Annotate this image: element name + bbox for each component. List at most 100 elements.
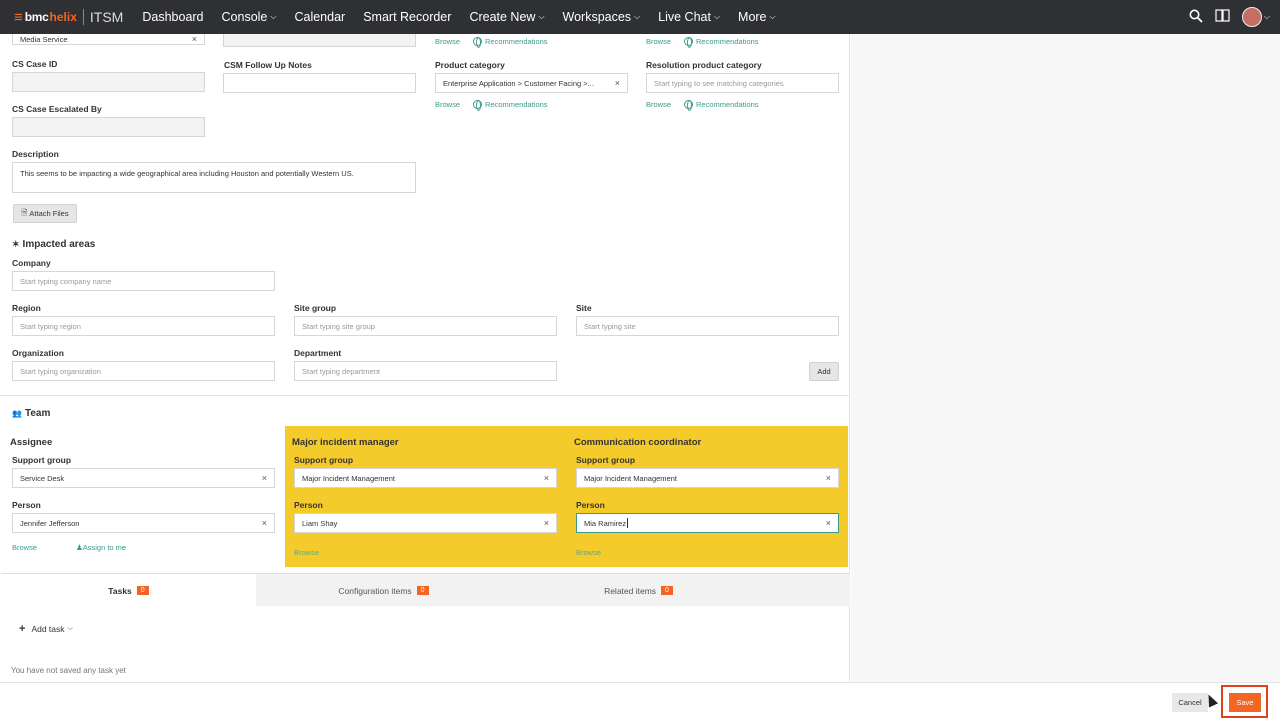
top-icons: ⌵ — [1189, 0, 1270, 34]
clear-icon[interactable]: × — [544, 518, 549, 528]
tab-related-items[interactable]: Related items 0 — [511, 574, 766, 607]
recommendations-link[interactable]: Recommendations — [684, 100, 759, 111]
nav-workspaces-label: Workspaces — [562, 10, 632, 24]
recommendations-label: Recommendations — [696, 37, 759, 46]
site-label: Site — [576, 303, 592, 313]
mim-support-group-label: Support group — [294, 455, 354, 465]
recommendations-label: Recommendations — [696, 100, 759, 109]
nav-create-new[interactable]: Create New ⌵ — [460, 10, 553, 24]
clear-icon[interactable]: × — [615, 78, 620, 88]
nav-more[interactable]: More ⌵ — [729, 10, 785, 24]
cc-support-group-value: Major Incident Management — [584, 473, 677, 483]
nav-workspaces[interactable]: Workspaces ⌵ — [554, 10, 650, 24]
product-category-label: Product category — [435, 60, 505, 70]
globe-icon — [473, 37, 482, 48]
attach-files-button[interactable]: 🗎 Attach Files — [13, 204, 77, 223]
nav-calendar[interactable]: Calendar — [285, 10, 354, 24]
save-label: Save — [1236, 698, 1254, 707]
tab-tasks[interactable]: Tasks 0 — [1, 574, 256, 607]
recommendations-label: Recommendations — [485, 37, 548, 46]
site-group-input[interactable]: Start typing site group — [294, 316, 557, 336]
tab-related-items-label: Related items — [604, 585, 657, 596]
chevron-down-icon: ⌵ — [769, 12, 776, 21]
company-label: Company — [12, 258, 51, 268]
mim-browse-link[interactable]: Browse — [294, 548, 319, 557]
nav-live-chat-label: Live Chat — [658, 10, 711, 24]
browse-link[interactable]: Browse — [435, 100, 460, 109]
recommendations-link[interactable]: Recommendations — [684, 37, 759, 48]
nav-live-chat[interactable]: Live Chat ⌵ — [649, 10, 729, 24]
clear-icon[interactable]: × — [826, 473, 831, 483]
nav-create-new-label: Create New — [469, 10, 536, 24]
tab-configuration-items-count: 0 — [416, 586, 429, 595]
chevron-down-icon[interactable]: ⌵ — [1264, 12, 1270, 22]
department-label: Department — [294, 348, 342, 358]
resolution-category-field[interactable]: Start typing to see matching categories — [646, 73, 839, 93]
csm-notes-field[interactable] — [223, 73, 416, 93]
add-task-button[interactable]: + Add task ⌵ — [19, 623, 73, 635]
mim-support-group-field[interactable]: Major Incident Management × — [294, 468, 557, 488]
plus-icon: + — [19, 623, 26, 635]
browse-link[interactable]: Browse — [435, 37, 460, 46]
tab-configuration-items[interactable]: Configuration items 0 — [256, 574, 511, 607]
book-icon[interactable] — [1215, 9, 1230, 25]
site-group-placeholder: Start typing site group — [302, 321, 375, 331]
clear-icon[interactable]: × — [192, 34, 197, 44]
mim-person-label: Person — [294, 500, 323, 510]
mim-person-field[interactable]: Liam Shay × — [294, 513, 557, 533]
region-label: Region — [12, 303, 41, 313]
chevron-down-icon: ⌵ — [713, 12, 721, 21]
nav-console[interactable]: Console ⌵ — [213, 10, 286, 24]
nav-dashboard[interactable]: Dashboard — [133, 10, 212, 24]
assignee-support-group-value: Service Desk — [20, 473, 65, 483]
cc-support-group-field[interactable]: Major Incident Management × — [576, 468, 839, 488]
add-impacted-area-button[interactable]: Add — [809, 362, 839, 381]
description-label: Description — [12, 149, 59, 159]
browse-link[interactable]: Browse — [646, 100, 671, 109]
recommendations-link[interactable]: Recommendations — [473, 100, 548, 111]
logo-bmc-text: bmc — [24, 10, 49, 24]
cs-escalated-field — [12, 117, 205, 137]
bmc-helix-logo[interactable]: ≡ bmc helix ITSM — [14, 9, 123, 26]
chevron-down-icon: ⌵ — [634, 12, 641, 21]
clear-icon[interactable]: × — [262, 518, 267, 528]
logo-helix-text: helix — [49, 10, 77, 24]
product-category-field[interactable]: Enterprise Application > Customer Facing… — [435, 73, 628, 93]
cc-person-field[interactable]: Mia Ramirez × — [576, 513, 839, 533]
add-label: Add — [817, 367, 831, 376]
department-input[interactable]: Start typing department — [294, 361, 557, 381]
description-textarea[interactable]: This seems to be impacting a wide geogra… — [12, 162, 416, 193]
assignee-support-group-field[interactable]: Service Desk × — [12, 468, 275, 488]
main-nav: Dashboard Console ⌵ Calendar Smart Record… — [133, 10, 784, 24]
assignee-browse-link[interactable]: Browse — [12, 543, 37, 552]
save-button[interactable]: Save — [1229, 693, 1261, 712]
resolution-category-placeholder: Start typing to see matching categories — [654, 78, 784, 88]
browse-link[interactable]: Browse — [646, 37, 671, 46]
chevron-down-icon: ⌵ — [538, 12, 545, 21]
assignee-person-field[interactable]: Jennifer Jefferson × — [12, 513, 275, 533]
cs-escalated-label: CS Case Escalated By — [12, 104, 102, 114]
clear-icon[interactable]: × — [826, 518, 831, 528]
clear-icon[interactable]: × — [544, 473, 549, 483]
organization-input[interactable]: Start typing organization — [12, 361, 275, 381]
text-caret — [627, 518, 629, 528]
major-incident-manager-heading: Major incident manager — [292, 437, 399, 448]
nav-smart-recorder-label: Smart Recorder — [363, 10, 452, 24]
search-icon[interactable] — [1189, 9, 1203, 26]
service-field[interactable]: Media Service × — [12, 34, 205, 45]
assign-to-me-link[interactable]: ♟Assign to me — [76, 543, 126, 552]
cc-support-group-label: Support group — [576, 455, 636, 465]
company-input[interactable]: Start typing company name — [12, 271, 275, 291]
recommendations-link[interactable]: Recommendations — [473, 37, 548, 48]
attach-files-label: Attach Files — [29, 209, 69, 218]
recommendations-label: Recommendations — [485, 100, 548, 109]
site-input[interactable]: Start typing site — [576, 316, 839, 336]
bmc-logo-icon: ≡ — [14, 8, 23, 26]
service-value: Media Service — [20, 34, 68, 44]
user-avatar[interactable] — [1241, 7, 1262, 27]
region-input[interactable]: Start typing region — [12, 316, 275, 336]
cc-browse-link[interactable]: Browse — [576, 548, 601, 557]
nav-smart-recorder[interactable]: Smart Recorder — [354, 10, 460, 24]
nav-calendar-label: Calendar — [294, 10, 346, 24]
clear-icon[interactable]: × — [262, 473, 267, 483]
